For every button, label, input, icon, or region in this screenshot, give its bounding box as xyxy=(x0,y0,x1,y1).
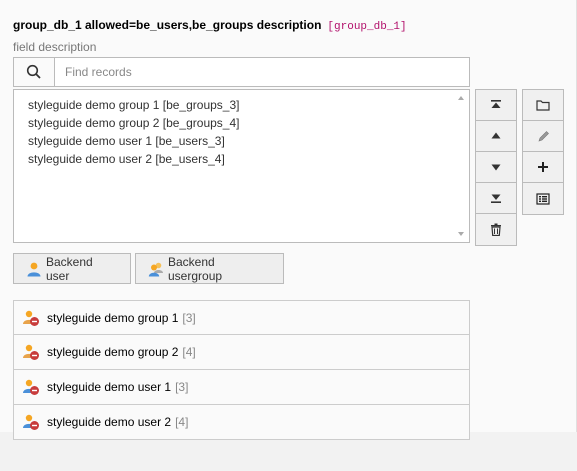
folder-icon xyxy=(536,100,550,111)
browse-records-button[interactable] xyxy=(523,90,563,121)
add-backend-usergroup-label: Backend usergroup xyxy=(168,254,223,283)
field-code: [group_db_1] xyxy=(327,21,407,33)
user-icon xyxy=(26,261,42,277)
user-hidden-icon xyxy=(22,378,40,396)
move-to-top-button[interactable] xyxy=(476,90,516,121)
selected-item[interactable]: styleguide demo user 1 [be_users_3] xyxy=(28,132,469,150)
record-uid: [3] xyxy=(175,380,189,394)
usergroup-hidden-icon xyxy=(22,309,40,327)
move-button-group xyxy=(475,89,517,246)
user-hidden-icon xyxy=(22,413,40,431)
selected-item[interactable]: styleguide demo group 2 [be_groups_4] xyxy=(28,114,469,132)
scroll-up-icon[interactable] xyxy=(458,96,464,100)
usergroup-hidden-icon xyxy=(22,343,40,361)
delete-button[interactable] xyxy=(476,214,516,245)
search-input[interactable] xyxy=(55,58,469,86)
field-label: group_db_1 allowed=be_users,be_groups de… xyxy=(13,18,407,33)
scroll-down-icon[interactable] xyxy=(458,232,464,236)
move-bottom-icon xyxy=(491,194,501,203)
list-icon xyxy=(536,192,550,205)
list-item[interactable]: styleguide demo group 1 [3] xyxy=(13,300,470,335)
search-icon[interactable] xyxy=(14,58,55,86)
add-backend-user-label: Backend user xyxy=(46,254,93,283)
add-backend-user-button[interactable]: Backend user xyxy=(13,253,131,284)
record-uid: [4] xyxy=(182,345,196,359)
field-description: field description xyxy=(13,40,97,54)
record-title: styleguide demo user 2 xyxy=(47,415,172,429)
move-down-icon xyxy=(491,164,501,171)
list-item[interactable]: styleguide demo group 2 [4] xyxy=(13,335,470,370)
pencil-icon xyxy=(538,130,549,141)
record-list: styleguide demo group 1 [3] styleguide d… xyxy=(13,300,470,440)
selected-items-box[interactable]: styleguide demo group 1 [be_groups_3] st… xyxy=(13,89,470,243)
field-label-text: group_db_1 allowed=be_users,be_groups de… xyxy=(13,18,322,32)
trash-icon xyxy=(491,223,501,236)
record-uid: [3] xyxy=(182,310,196,325)
form-panel: group_db_1 allowed=be_users,be_groups de… xyxy=(0,0,577,440)
list-item[interactable]: styleguide demo user 1 [3] xyxy=(13,370,470,405)
move-top-icon xyxy=(491,100,501,108)
move-up-icon xyxy=(491,132,501,139)
list-item[interactable]: styleguide demo user 2 [4] xyxy=(13,405,470,440)
add-backend-usergroup-button[interactable]: Backend usergroup xyxy=(135,253,284,284)
plus-icon xyxy=(538,162,548,172)
record-title: styleguide demo user 1 xyxy=(47,380,172,394)
scrollbar[interactable] xyxy=(454,90,469,242)
record-title: styleguide demo group 1 xyxy=(47,310,179,325)
move-down-button[interactable] xyxy=(476,152,516,183)
record-title: styleguide demo group 2 xyxy=(47,345,179,359)
usergroup-icon xyxy=(148,261,164,277)
move-up-button[interactable] xyxy=(476,121,516,152)
add-record-button[interactable] xyxy=(523,152,563,183)
action-button-group xyxy=(522,89,564,215)
list-records-button[interactable] xyxy=(523,183,563,214)
selected-item[interactable]: styleguide demo user 2 [be_users_4] xyxy=(28,150,469,168)
search-bar xyxy=(13,57,470,87)
selected-item[interactable]: styleguide demo group 1 [be_groups_3] xyxy=(28,96,469,114)
move-to-bottom-button[interactable] xyxy=(476,183,516,214)
record-uid: [4] xyxy=(175,415,189,429)
edit-record-button[interactable] xyxy=(523,121,563,152)
